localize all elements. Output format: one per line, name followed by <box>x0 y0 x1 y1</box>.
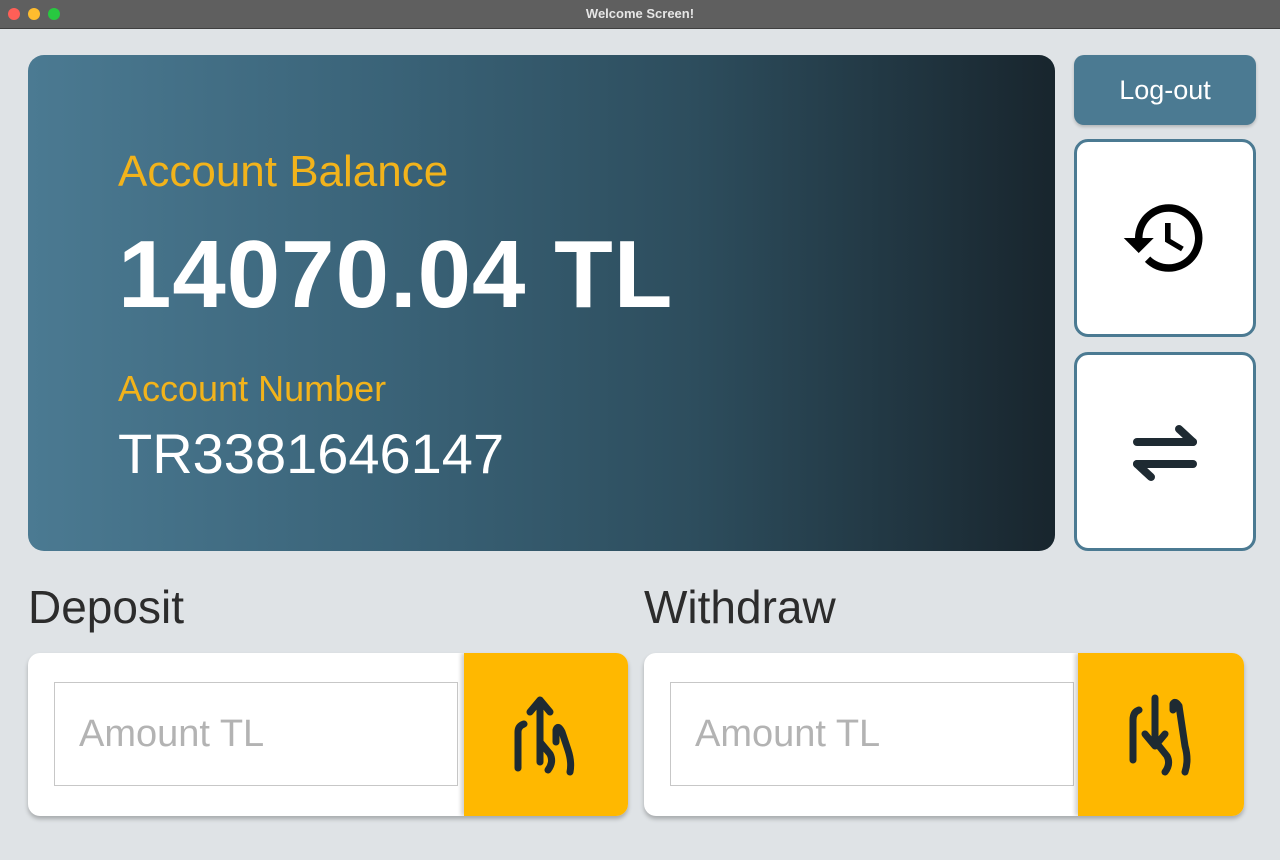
transfer-button[interactable] <box>1074 352 1256 551</box>
account-number-value: TR3381646147 <box>118 422 505 485</box>
history-icon <box>1123 204 1203 272</box>
withdraw-amount-input[interactable] <box>670 682 1074 786</box>
deposit-button[interactable] <box>464 653 628 816</box>
withdraw-hand-down-icon <box>1129 694 1191 775</box>
withdraw-title: Withdraw <box>644 581 836 633</box>
deposit-hand-up-icon <box>514 696 575 775</box>
window-titlebar: Welcome Screen! <box>0 0 1280 29</box>
balance-card: Account Balance 14070.04 TL Account Numb… <box>28 55 1055 551</box>
balance-value: 14070.04 TL <box>118 221 674 328</box>
deposit-amount-input[interactable] <box>54 682 458 786</box>
logout-button[interactable]: Log-out <box>1074 55 1256 125</box>
withdraw-panel <box>644 653 1244 816</box>
deposit-panel <box>28 653 628 816</box>
account-number-label: Account Number <box>118 368 387 409</box>
window-title: Welcome Screen! <box>585 6 695 21</box>
transfer-arrows-icon <box>1133 424 1197 481</box>
balance-label: Account Balance <box>118 147 449 196</box>
history-button[interactable] <box>1074 139 1256 337</box>
deposit-title: Deposit <box>28 581 184 633</box>
withdraw-button[interactable] <box>1078 653 1244 816</box>
